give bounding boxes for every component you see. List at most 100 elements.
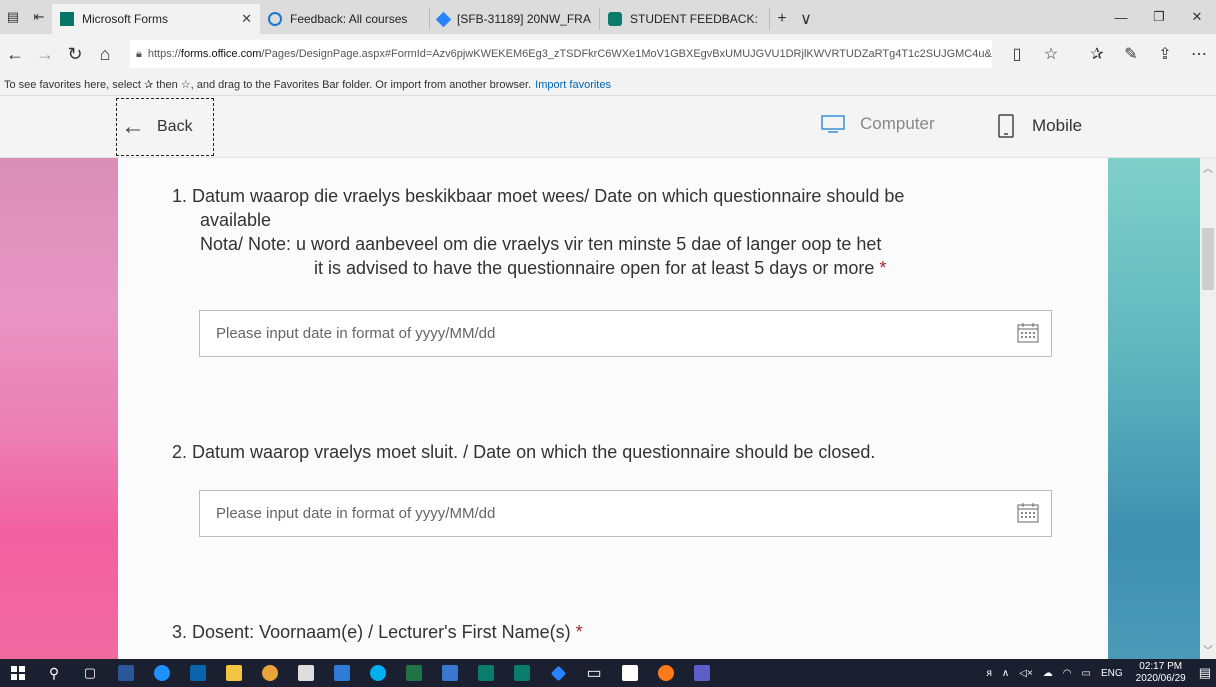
restore-icon[interactable]: ❐	[1140, 0, 1178, 34]
question-text: Dosent: Voornaam(e) / Lecturer's First N…	[192, 622, 571, 642]
word-icon[interactable]	[108, 659, 144, 687]
question-2-title: 2. Datum waarop vraelys moet sluit. / Da…	[172, 440, 875, 464]
edge-icon	[268, 12, 282, 26]
question-number: 2.	[172, 442, 188, 462]
tab-actions-icon[interactable]: ▤	[0, 0, 26, 34]
computer-view-button[interactable]: Computer	[820, 114, 935, 134]
store-icon[interactable]	[288, 659, 324, 687]
date-input-q1[interactable]: Please input date in format of yyyy/MM/d…	[199, 310, 1052, 357]
question-text: Datum waarop die vraelys beskikbaar moet…	[192, 186, 905, 206]
clock[interactable]: 02:17 PM 2020/06/29	[1136, 661, 1186, 685]
start-icon[interactable]	[0, 659, 36, 687]
teams-icon[interactable]	[684, 659, 720, 687]
question-number: 1.	[172, 186, 188, 206]
scroll-down-icon[interactable]: ﹀	[1200, 642, 1216, 657]
computer-label: Computer	[860, 114, 935, 133]
date-input-q2[interactable]: Please input date in format of yyyy/MM/d…	[199, 490, 1052, 537]
task-view-icon[interactable]: ▢	[72, 659, 108, 687]
question-text: available	[200, 210, 272, 230]
url-field[interactable]: 🔒︎ https://forms.office.com/Pages/Design…	[130, 40, 992, 68]
mobile-label: Mobile	[1032, 116, 1083, 135]
search-icon[interactable]: ⚲	[36, 659, 72, 687]
scrollbar[interactable]: ︿ ﹀	[1200, 158, 1216, 659]
clock-time: 02:17 PM	[1139, 661, 1183, 672]
battery-icon[interactable]: ▭	[1082, 668, 1091, 679]
close-tab-icon[interactable]: ✕	[241, 11, 252, 27]
back-arrow-icon: ←	[121, 113, 145, 140]
back-button[interactable]: ← Back	[116, 98, 214, 156]
question-1-title: 1. Datum waarop die vraelys beskikbaar m…	[172, 184, 904, 280]
lock-icon: 🔒︎	[136, 47, 142, 60]
language-indicator[interactable]: ENG	[1101, 668, 1123, 679]
wifi-icon[interactable]: ◠	[1063, 668, 1072, 679]
close-window-icon[interactable]: ✕	[1178, 0, 1216, 34]
tab-microsoft-forms[interactable]: Microsoft Forms ✕	[52, 4, 260, 34]
volume-icon[interactable]: ◁×	[1019, 668, 1033, 679]
tab-title: Feedback: All courses	[290, 12, 408, 26]
acrobat-icon[interactable]	[612, 659, 648, 687]
phone-icon	[998, 114, 1014, 138]
set-tabs-aside-icon[interactable]: ⇤	[26, 0, 52, 34]
tab-title: STUDENT FEEDBACK: REPO	[630, 12, 761, 26]
browser-tab-strip: ▤ ⇤ Microsoft Forms ✕ Feedback: All cour…	[0, 0, 1216, 34]
question-3-title: 3. Dosent: Voornaam(e) / Lecturer's Firs…	[172, 620, 583, 644]
question-note: Nota/ Note: u word aanbeveel om die vrae…	[200, 234, 882, 254]
tab-student-feedback[interactable]: STUDENT FEEDBACK: REPO	[600, 8, 770, 30]
file-explorer-icon[interactable]	[216, 659, 252, 687]
outlook-icon[interactable]	[180, 659, 216, 687]
url-path: /Pages/DesignPage.aspx#FormId=Azv6pjwKWE…	[261, 48, 992, 60]
forward-arrow-icon[interactable]: →	[30, 39, 60, 69]
notifications-icon[interactable]: ▤	[1199, 665, 1211, 681]
people-icon[interactable]: ᴙ	[987, 668, 992, 679]
tab-title: [SFB-31189] 20NW_FRA01 -	[457, 12, 591, 26]
required-marker: *	[575, 622, 583, 642]
mobile-view-button[interactable]: Mobile	[998, 114, 1082, 138]
forms-icon[interactable]	[468, 659, 504, 687]
app-icon	[608, 12, 622, 26]
window-icon[interactable]: ▭	[576, 659, 612, 687]
more-icon[interactable]: ⋯	[1182, 39, 1216, 69]
home-icon[interactable]: ⌂	[90, 39, 120, 69]
pen-icon[interactable]: ✎	[1114, 39, 1148, 69]
tab-feedback-all-courses[interactable]: Feedback: All courses	[260, 8, 430, 30]
calendar-icon[interactable]	[1017, 323, 1039, 343]
scroll-thumb[interactable]	[1202, 228, 1214, 290]
import-favorites-link[interactable]: Import favorites	[535, 79, 611, 91]
preview-header: ← Back Computer Mobile	[0, 96, 1216, 158]
favorites-hint: To see favorites here, select ✰ then ☆, …	[4, 79, 532, 91]
skype-icon[interactable]	[360, 659, 396, 687]
calendar-icon[interactable]	[1017, 503, 1039, 523]
onedrive-icon[interactable]: ☁	[1043, 668, 1053, 679]
jira-icon[interactable]	[540, 659, 576, 687]
share-icon[interactable]: ⇪	[1148, 39, 1182, 69]
edge-icon[interactable]	[144, 659, 180, 687]
back-arrow-icon[interactable]: ←	[0, 39, 30, 69]
forms-icon[interactable]	[504, 659, 540, 687]
favorites-hub-icon[interactable]: ✰	[1080, 39, 1114, 69]
excel-icon[interactable]	[396, 659, 432, 687]
refresh-icon[interactable]: ↻	[60, 39, 90, 69]
favorites-bar: To see favorites here, select ✰ then ☆, …	[0, 74, 1216, 96]
address-bar-row: ← → ↻ ⌂ 🔒︎ https://forms.office.com/Page…	[0, 34, 1216, 74]
new-tab-button[interactable]: +	[770, 4, 794, 34]
reading-view-icon[interactable]: ▯	[1000, 39, 1034, 69]
minimize-icon[interactable]: —	[1102, 0, 1140, 34]
scroll-up-icon[interactable]: ︿	[1200, 160, 1216, 175]
firefox-icon[interactable]	[648, 659, 684, 687]
tab-jira-issue[interactable]: [SFB-31189] 20NW_FRA01 -	[430, 8, 600, 30]
windows-taskbar: ⚲ ▢ ▭ ᴙ ∧ ◁× ☁ ◠ ▭ ENG 02:17 PM 2020/06/…	[0, 659, 1216, 687]
tab-menu-button[interactable]: ∨	[794, 4, 818, 34]
theme-background-left	[0, 158, 118, 659]
stream-icon[interactable]	[432, 659, 468, 687]
url-domain: forms.office.com	[180, 48, 262, 60]
back-label: Back	[157, 118, 193, 135]
show-hidden-icons-icon[interactable]: ∧	[1002, 668, 1009, 679]
date-placeholder: Please input date in format of yyyy/MM/d…	[216, 505, 496, 522]
app-icon[interactable]	[324, 659, 360, 687]
chrome-icon[interactable]	[252, 659, 288, 687]
url-prefix: https://	[147, 48, 181, 60]
question-number: 3.	[172, 622, 188, 642]
favorite-star-icon[interactable]: ☆	[1034, 39, 1068, 69]
window-controls: — ❐ ✕	[1102, 0, 1216, 34]
required-marker: *	[879, 258, 887, 278]
